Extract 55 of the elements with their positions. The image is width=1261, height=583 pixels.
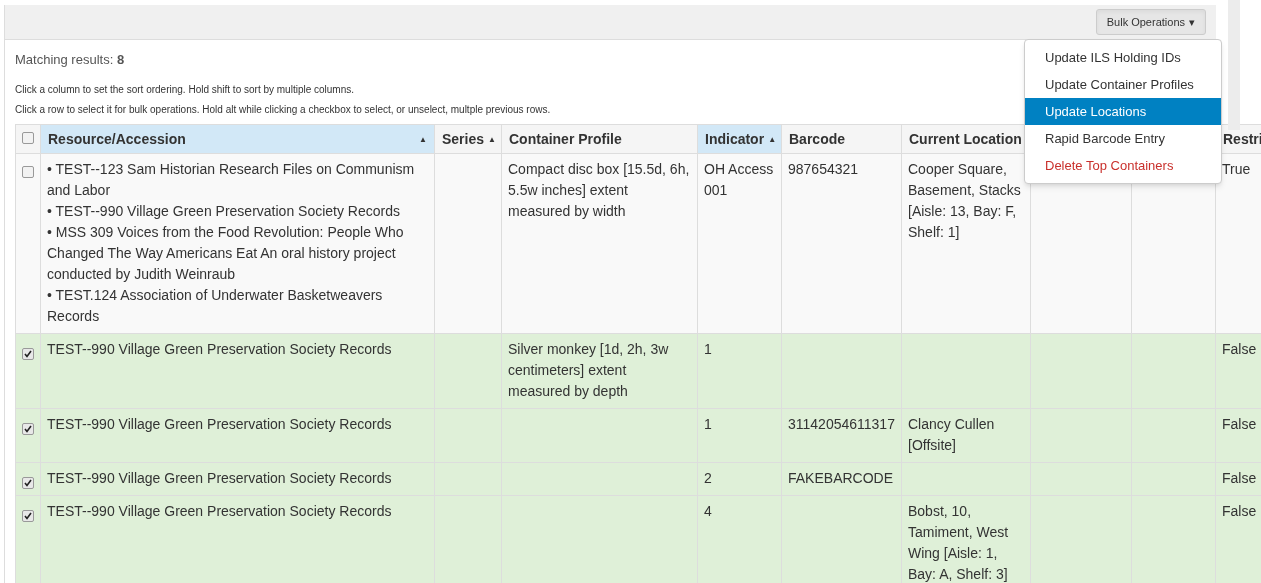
table-cell-text: 1 [704,340,713,359]
table-cell-text: Clancy Cullen [Offsite] [908,415,996,455]
table-cell-text: 987654321 [788,160,860,179]
sort-icon: ▲ [488,128,496,150]
resource-title: • MSS 309 Voices from the Food Revolution: People Who Changed The Way Americans Eat An oral history project conducted by Judith Weinraub [47,223,405,284]
hint-text: Click a row to select it for bulk operations. Hold alt while clicking a checkbox to select, or unselect, multple previous rows. [15,103,551,116]
table-cell-text: Silver monkey [1d, 2h, 3w centimeters] extent measured by depth [508,340,670,401]
resource-title: • TEST--123 Sam Historian Research Files on Communism and Labor [47,160,416,200]
table-cell-text: Compact disc box [15.5d, 6h, 5.5w inches] extent measured by width [508,160,691,221]
hint-text: Click a column to set the sort ordering. Hold shift to sort by multiple columns. [15,83,355,96]
checkbox[interactable] [22,166,34,178]
resource-title: • TEST.124 Association of Underwater Basketweavers Records [47,286,384,326]
table-cell-text: 4 [704,502,713,521]
table-row[interactable]: TEST--990 Village Green Preservation Society Records 1 31142054611317 Clancy Cullen [Offsite] False [15,408,1261,463]
table-row[interactable]: TEST--990 Village Green Preservation Society Records Silver monkey [1d, 2h, 3w centimeters] extent measured by depth 1 False [15,333,1261,409]
menu-item[interactable]: Update Container Profiles [1025,71,1221,98]
resource-title: TEST--990 Village Green Preservation Society Records [47,340,393,359]
column-header[interactable]: Barcode [781,124,902,154]
column-header[interactable]: Indicator ▲ [697,124,782,154]
bulk-operations-button[interactable]: Bulk Operations ▾ [1095,9,1206,35]
checkbox[interactable] [22,131,34,144]
checkbox[interactable] [22,477,34,489]
table-cell-text: Cooper Square, Basement, Stacks [Aisle: 13, Bay: F, Shelf: 1] [908,160,1022,242]
table-cell-text: False [1222,415,1258,434]
resource-title: • TEST--990 Village Green Preservation Society Records [47,202,401,221]
menu-item[interactable]: Update Locations [1025,98,1221,125]
checkbox[interactable] [22,510,34,522]
table-row[interactable] [15,153,1261,334]
resource-title: TEST--990 Village Green Preservation Society Records [47,415,393,434]
table-cell-text: False [1222,469,1258,488]
menu-item[interactable]: Update ILS Holding IDs [1025,44,1221,71]
sort-icon: ▲ [419,128,427,150]
table-cell-text: FAKEBARCODE [788,469,895,488]
scrollbar[interactable] [1228,0,1240,130]
column-header[interactable]: Container Profile [501,124,698,154]
table-cell-text: 2 [704,469,713,488]
checkbox[interactable] [22,423,34,435]
matching-results: Matching results: 8 [15,51,125,69]
table-cell-text: True [1222,160,1252,179]
checkbox[interactable] [22,348,34,360]
column-header[interactable]: Resource/Accession ▲ [40,124,435,154]
menu-item[interactable]: Delete Top Containers [1025,152,1221,179]
table-cell-text: False [1222,340,1258,359]
table-cell-text: False [1222,502,1258,521]
table-cell-text: 1 [704,415,713,434]
table-cell-text: 31142054611317 [788,415,895,434]
caret-icon: ▾ [1189,13,1195,31]
sort-icon: ▲ [768,128,777,150]
table-cell-text: Bobst, 10, Tamiment, West Wing [Aisle: 1, Bay: A, Shelf: 3] [908,502,1010,583]
table-row[interactable]: TEST--990 Village Green Preservation Society Records 2 FAKEBARCODE False [15,462,1261,496]
column-header[interactable]: Series ▲ [434,124,502,154]
table-row[interactable]: TEST--990 Village Green Preservation Society Records 4 Bobst, 10, Tamiment, West Wing [Aisle: 1, Bay: A, Shelf: 3] False [15,495,1261,583]
resource-title: TEST--990 Village Green Preservation Society Records [47,502,393,521]
resource-title: TEST--990 Village Green Preservation Society Records [47,469,393,488]
table-cell-text: OH Access 001 [704,160,775,200]
